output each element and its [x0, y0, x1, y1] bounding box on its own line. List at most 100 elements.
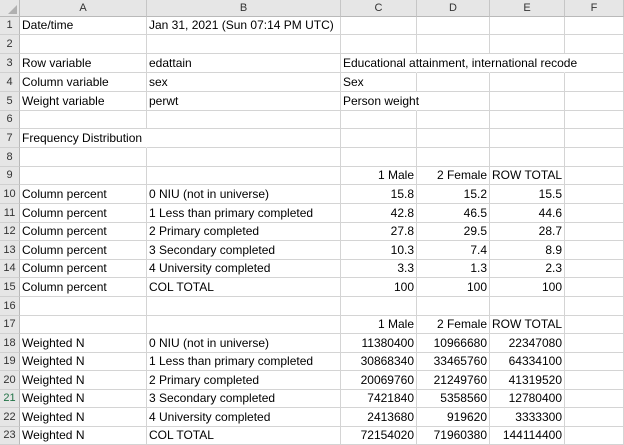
column-header-c[interactable]: C [341, 0, 417, 17]
empty-cell[interactable] [565, 353, 624, 371]
cell-b5[interactable]: perwt [147, 92, 341, 111]
cell-a21[interactable]: Weighted N [20, 390, 147, 408]
row-header-5[interactable]: 5 [0, 92, 20, 111]
empty-cell[interactable] [565, 241, 624, 260]
cell-d18[interactable]: 10966680 [417, 334, 490, 353]
empty-cell[interactable] [147, 111, 341, 129]
cell-c23[interactable]: 72154020 [341, 427, 417, 445]
cell-c12[interactable]: 27.8 [341, 223, 417, 241]
cell-d23[interactable]: 71960380 [417, 427, 490, 445]
cell-c10[interactable]: 15.8 [341, 185, 417, 204]
row-header-4[interactable]: 4 [0, 73, 20, 92]
cell-a19[interactable]: Weighted N [20, 353, 147, 371]
empty-cell[interactable] [20, 35, 147, 54]
cell-d11[interactable]: 46.5 [417, 204, 490, 223]
row-header-7[interactable]: 7 [0, 129, 20, 148]
empty-cell[interactable] [490, 148, 565, 167]
row-header-21[interactable]: 21 [0, 390, 20, 408]
cell-e18[interactable]: 22347080 [490, 334, 565, 353]
cell-e10[interactable]: 15.5 [490, 185, 565, 204]
cell-c5[interactable]: Person weight [341, 92, 419, 111]
empty-cell[interactable] [417, 92, 490, 111]
empty-cell[interactable] [341, 35, 417, 54]
row-header-1[interactable]: 1 [0, 17, 20, 35]
empty-cell[interactable] [147, 316, 341, 334]
empty-cell[interactable] [20, 297, 147, 316]
row-header-18[interactable]: 18 [0, 334, 20, 353]
cell-e11[interactable]: 44.6 [490, 204, 565, 223]
empty-cell[interactable] [147, 148, 341, 167]
cell-b23[interactable]: COL TOTAL [147, 427, 341, 445]
empty-cell[interactable] [565, 316, 624, 334]
cell-e20[interactable]: 41319520 [490, 371, 565, 390]
cell-a14[interactable]: Column percent [20, 260, 147, 278]
empty-cell[interactable] [490, 17, 565, 35]
empty-cell[interactable] [490, 297, 565, 316]
empty-cell[interactable] [490, 129, 565, 148]
cell-a20[interactable]: Weighted N [20, 371, 147, 390]
cell-c18[interactable]: 11380400 [341, 334, 417, 353]
cell-b22[interactable]: 4 University completed [147, 408, 341, 427]
cell-c17[interactable]: 1 Male [341, 316, 417, 334]
empty-cell[interactable] [565, 427, 624, 445]
cell-d13[interactable]: 7.4 [417, 241, 490, 260]
cell-d22[interactable]: 919620 [417, 408, 490, 427]
empty-cell[interactable] [20, 167, 147, 185]
cell-d20[interactable]: 21249760 [417, 371, 490, 390]
cell-c14[interactable]: 3.3 [341, 260, 417, 278]
cell-d14[interactable]: 1.3 [417, 260, 490, 278]
cell-c4[interactable]: Sex [341, 73, 417, 92]
row-header-3[interactable]: 3 [0, 54, 20, 73]
cell-e21[interactable]: 12780400 [490, 390, 565, 408]
cell-a1[interactable]: Date/time [20, 17, 147, 35]
empty-cell[interactable] [417, 17, 490, 35]
empty-cell[interactable] [490, 111, 565, 129]
cell-a13[interactable]: Column percent [20, 241, 147, 260]
cell-b3[interactable]: edattain [147, 54, 341, 73]
cell-a4[interactable]: Column variable [20, 73, 147, 92]
cell-a23[interactable]: Weighted N [20, 427, 147, 445]
empty-cell[interactable] [565, 73, 624, 92]
row-header-23[interactable]: 23 [0, 427, 20, 445]
cell-d21[interactable]: 5358560 [417, 390, 490, 408]
row-header-20[interactable]: 20 [0, 371, 20, 390]
cell-b10[interactable]: 0 NIU (not in universe) [147, 185, 341, 204]
cell-c21[interactable]: 7421840 [341, 390, 417, 408]
empty-cell[interactable] [417, 129, 490, 148]
empty-cell[interactable] [565, 185, 624, 204]
cell-d19[interactable]: 33465760 [417, 353, 490, 371]
empty-cell[interactable] [565, 408, 624, 427]
row-header-11[interactable]: 11 [0, 204, 20, 223]
cell-c22[interactable]: 2413680 [341, 408, 417, 427]
cell-b12[interactable]: 2 Primary completed [147, 223, 341, 241]
cell-a18[interactable]: Weighted N [20, 334, 147, 353]
cell-d17[interactable]: 2 Female [417, 316, 490, 334]
select-all-button[interactable] [0, 0, 20, 17]
empty-cell[interactable] [147, 129, 341, 148]
empty-cell[interactable] [565, 148, 624, 167]
empty-cell[interactable] [417, 35, 490, 54]
cell-e23[interactable]: 144114400 [490, 427, 565, 445]
cell-a5[interactable]: Weight variable [20, 92, 147, 111]
row-header-2[interactable]: 2 [0, 35, 20, 54]
row-header-8[interactable]: 8 [0, 148, 20, 167]
row-header-13[interactable]: 13 [0, 241, 20, 260]
empty-cell[interactable] [565, 167, 624, 185]
cell-d12[interactable]: 29.5 [417, 223, 490, 241]
empty-cell[interactable] [417, 148, 490, 167]
cell-b18[interactable]: 0 NIU (not in universe) [147, 334, 341, 353]
cell-c9[interactable]: 1 Male [341, 167, 417, 185]
cell-c20[interactable]: 20069760 [341, 371, 417, 390]
cell-e15[interactable]: 100 [490, 278, 565, 297]
cell-b14[interactable]: 4 University completed [147, 260, 341, 278]
cell-d10[interactable]: 15.2 [417, 185, 490, 204]
empty-cell[interactable] [147, 167, 341, 185]
cell-b11[interactable]: 1 Less than primary completed [147, 204, 341, 223]
empty-cell[interactable] [565, 35, 624, 54]
cell-d9[interactable]: 2 Female [417, 167, 490, 185]
empty-cell[interactable] [565, 111, 624, 129]
empty-cell[interactable] [490, 73, 565, 92]
empty-cell[interactable] [417, 73, 490, 92]
cell-b15[interactable]: COL TOTAL [147, 278, 341, 297]
empty-cell[interactable] [565, 204, 624, 223]
